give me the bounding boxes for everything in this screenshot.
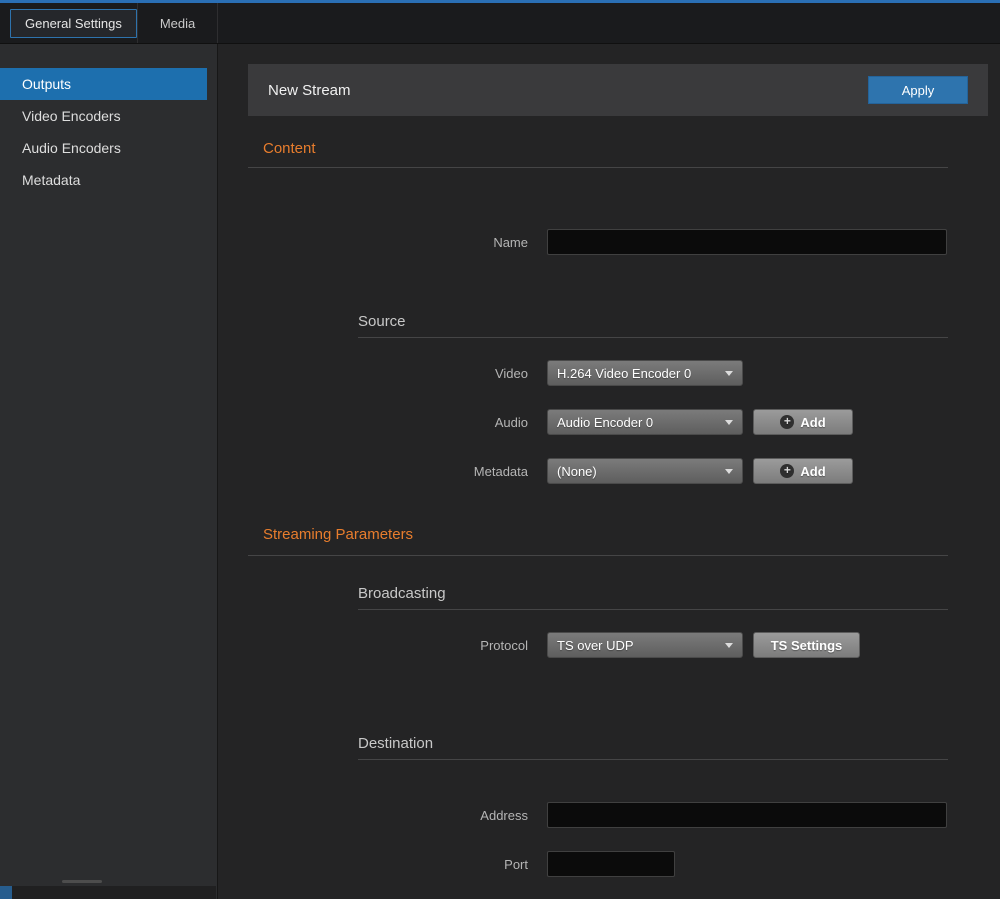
page-title: New Stream (268, 82, 351, 99)
subsection-title-destination: Destination (358, 735, 433, 752)
port-row: Port (248, 851, 967, 877)
tab-general-settings[interactable]: General Settings (10, 9, 137, 38)
section-title-content: Content (263, 140, 316, 157)
plus-icon: + (780, 464, 794, 478)
audio-encoder-dropdown[interactable]: Audio Encoder 0 (547, 409, 743, 435)
video-label: Video (248, 366, 528, 381)
horizontal-scrollbar-handle[interactable] (62, 880, 102, 883)
add-audio-button[interactable]: + Add (753, 409, 853, 435)
panel-header: New Stream Apply (248, 64, 988, 116)
metadata-value: (None) (557, 464, 597, 479)
video-encoder-dropdown[interactable]: H.264 Video Encoder 0 (547, 360, 743, 386)
video-row: Video H.264 Video Encoder 0 (248, 360, 967, 386)
sidebar-item-video-encoders[interactable]: Video Encoders (0, 100, 207, 132)
sidebar-item-audio-encoders[interactable]: Audio Encoders (0, 132, 207, 164)
subsection-rule (358, 759, 948, 760)
address-input[interactable] (547, 802, 947, 828)
top-tab-bar: General Settings Media (0, 0, 1000, 44)
chevron-down-icon (725, 469, 733, 474)
section-rule (248, 167, 948, 168)
protocol-dropdown[interactable]: TS over UDP (547, 632, 743, 658)
app-window: General Settings Media Outputs Video Enc… (0, 0, 1000, 899)
apply-button[interactable]: Apply (868, 76, 968, 104)
sidebar-list: Outputs Video Encoders Audio Encoders Me… (0, 44, 217, 196)
add-metadata-button[interactable]: + Add (753, 458, 853, 484)
tab-media[interactable]: Media (138, 10, 217, 37)
protocol-row: Protocol TS over UDP TS Settings (248, 632, 967, 658)
add-audio-label: Add (800, 415, 825, 430)
subsection-title-broadcasting: Broadcasting (358, 585, 446, 602)
section-rule (248, 555, 948, 556)
protocol-label: Protocol (248, 638, 528, 653)
section-title-streaming-parameters: Streaming Parameters (263, 526, 413, 543)
bottom-left-corner-accent (0, 886, 12, 899)
chevron-down-icon (725, 643, 733, 648)
name-row: Name (248, 229, 967, 255)
sidebar-item-outputs[interactable]: Outputs (0, 68, 207, 100)
main-content: New Stream Apply Content Name Source Vid… (219, 44, 1000, 899)
audio-encoder-value: Audio Encoder 0 (557, 415, 653, 430)
sidebar-item-metadata[interactable]: Metadata (0, 164, 207, 196)
subsection-rule (358, 337, 948, 338)
ts-settings-button[interactable]: TS Settings (753, 632, 860, 658)
metadata-dropdown[interactable]: (None) (547, 458, 743, 484)
subsection-rule (358, 609, 948, 610)
tab-divider (217, 3, 218, 43)
audio-row: Audio Audio Encoder 0 + Add (248, 409, 967, 435)
protocol-value: TS over UDP (557, 638, 634, 653)
port-input[interactable] (547, 851, 675, 877)
subsection-title-source: Source (358, 313, 406, 330)
address-row: Address (248, 802, 967, 828)
chevron-down-icon (725, 420, 733, 425)
sidebar: Outputs Video Encoders Audio Encoders Me… (0, 44, 218, 899)
metadata-label: Metadata (248, 464, 528, 479)
name-label: Name (248, 235, 528, 250)
metadata-row: Metadata (None) + Add (248, 458, 967, 484)
add-metadata-label: Add (800, 464, 825, 479)
audio-label: Audio (248, 415, 528, 430)
chevron-down-icon (725, 371, 733, 376)
address-label: Address (248, 808, 528, 823)
video-encoder-value: H.264 Video Encoder 0 (557, 366, 691, 381)
ts-settings-label: TS Settings (771, 638, 843, 653)
sidebar-bottom-strip (0, 886, 216, 899)
name-input[interactable] (547, 229, 947, 255)
port-label: Port (248, 857, 528, 872)
plus-icon: + (780, 415, 794, 429)
